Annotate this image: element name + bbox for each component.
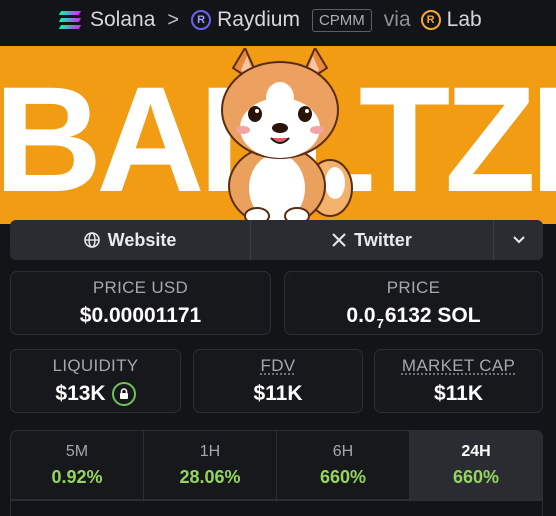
chevron-down-icon xyxy=(512,236,525,244)
raydium-icon: R xyxy=(191,10,212,30)
tab-1h[interactable]: 1H 28.06% xyxy=(144,431,277,499)
breadcrumb: Solana > R Raydium CPMM via R Lab xyxy=(0,0,556,40)
fdv-card: FDV $11K xyxy=(193,349,363,413)
price-usd-value: $0.00001171 xyxy=(79,304,202,327)
price-sol-label: PRICE xyxy=(386,278,441,297)
tab-period: 24H xyxy=(461,442,491,460)
links-bar: Website Twitter xyxy=(10,220,543,260)
fdv-value: $11K xyxy=(253,382,303,405)
token-banner: BALLTZE xyxy=(0,46,556,224)
timeframe-tabs: 5M 0.92% 1H 28.06% 6H 660% 24H 660% xyxy=(10,430,543,500)
price-usd-label: PRICE USD xyxy=(92,278,189,297)
market-cap-card: MARKET CAP $11K xyxy=(374,349,543,413)
twitter-button[interactable]: Twitter xyxy=(251,220,494,260)
liquidity-label: LIQUIDITY xyxy=(52,355,139,375)
market-cap-value: $11K xyxy=(433,382,484,405)
tab-change: 0.92% xyxy=(51,466,103,487)
solana-icon xyxy=(58,11,82,29)
market-cap-label[interactable]: MARKET CAP xyxy=(402,356,515,376)
tab-change: 660% xyxy=(319,466,367,487)
liquidity-value: $13K xyxy=(55,381,106,405)
tab-change: 28.06% xyxy=(179,466,241,487)
liquidity-card: LIQUIDITY $13K xyxy=(10,349,181,413)
tab-6h[interactable]: 6H 660% xyxy=(277,431,410,499)
x-logo-icon xyxy=(332,233,346,247)
fdv-label[interactable]: FDV xyxy=(261,356,296,376)
more-links-button[interactable] xyxy=(494,220,543,260)
price-sol-card: PRICE 0.076132 SOL xyxy=(284,271,543,335)
breadcrumb-dex[interactable]: Raydium xyxy=(217,8,300,32)
globe-icon xyxy=(83,232,100,248)
tab-period: 5M xyxy=(65,442,89,460)
pool-type-badge: CPMM xyxy=(311,8,372,32)
chevron-right-icon: > xyxy=(167,8,180,31)
price-sol-value: 0.076132 SOL xyxy=(346,304,481,331)
lock-icon[interactable] xyxy=(111,382,136,407)
tab-change: 660% xyxy=(452,466,500,487)
panel-continuation xyxy=(10,500,543,516)
tab-24h[interactable]: 24H 660% xyxy=(410,431,542,499)
tab-period: 6H xyxy=(332,442,354,460)
breadcrumb-launchpad[interactable]: Lab xyxy=(447,8,482,32)
twitter-label: Twitter xyxy=(354,229,412,250)
lab-icon: R xyxy=(420,10,441,30)
via-label: via xyxy=(383,8,411,31)
website-button[interactable]: Website xyxy=(10,220,251,260)
website-label: Website xyxy=(107,229,177,250)
tab-5m[interactable]: 5M 0.92% xyxy=(11,431,144,499)
liquidity-value-row: $13K xyxy=(55,381,136,407)
dog-mascot-image xyxy=(221,48,353,224)
breadcrumb-chain[interactable]: Solana xyxy=(90,8,155,32)
price-usd-card: PRICE USD $0.00001171 xyxy=(10,271,271,335)
tab-period: 1H xyxy=(199,442,221,460)
